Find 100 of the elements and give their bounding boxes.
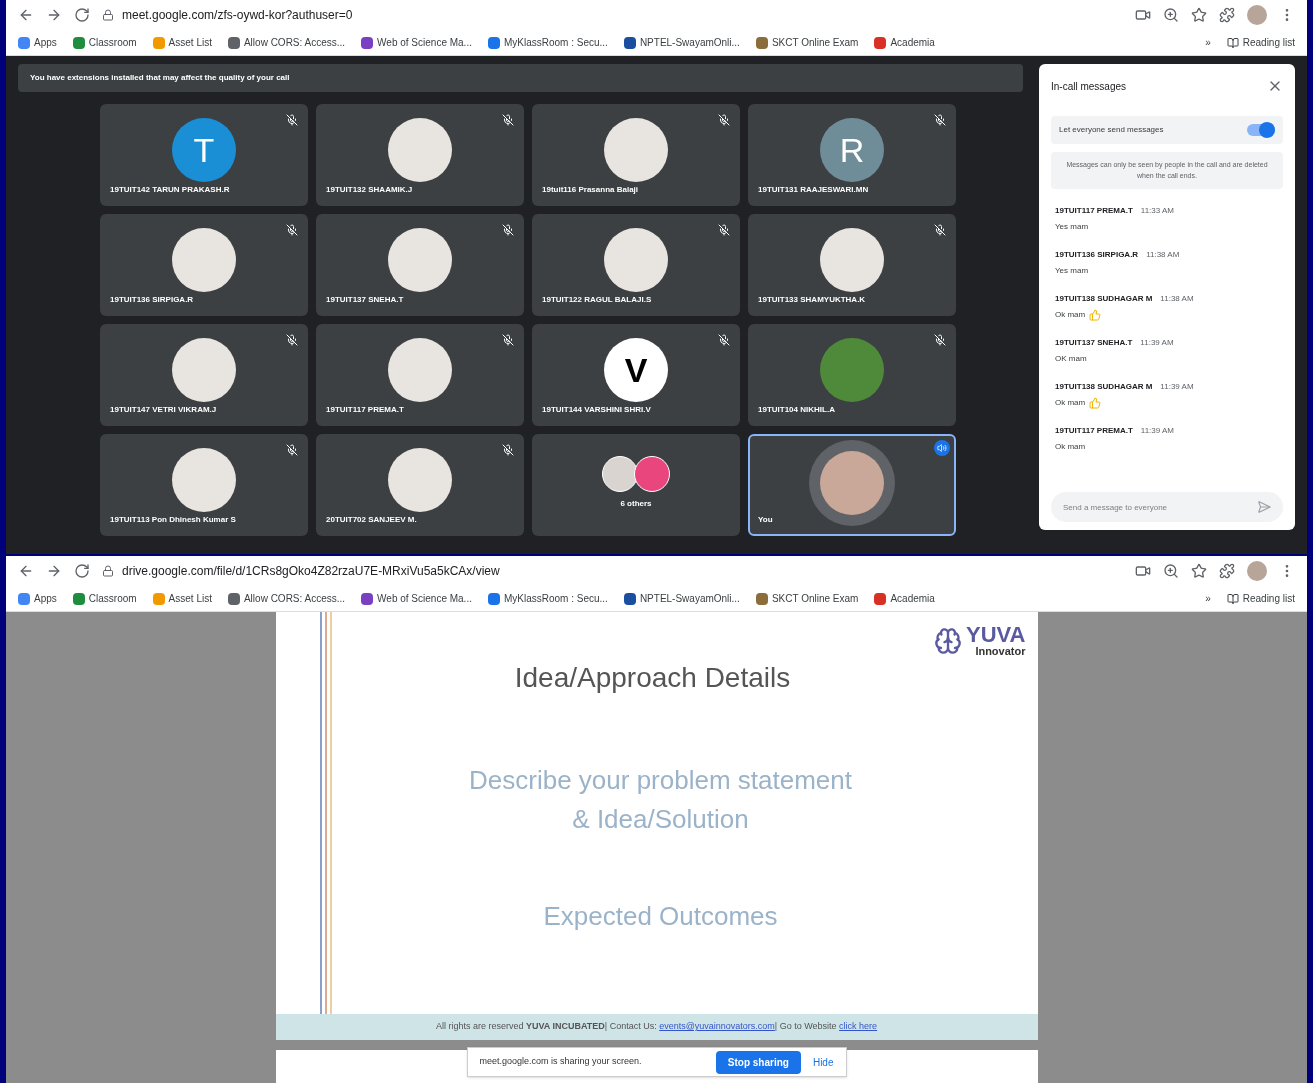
participant-name: 19TUIT147 VETRI VIKRAM.J bbox=[110, 404, 217, 416]
participant-tile[interactable]: 6 others bbox=[532, 434, 740, 536]
extensions-icon[interactable] bbox=[1219, 563, 1235, 579]
participant-tile[interactable]: 19TUIT117 PREMA.T bbox=[316, 324, 524, 426]
slide-title: Idea/Approach Details bbox=[514, 661, 791, 695]
extensions-icon[interactable] bbox=[1219, 7, 1235, 23]
logo-word: YUVA bbox=[966, 624, 1026, 646]
reading-list-icon bbox=[1226, 36, 1239, 49]
participant-tile[interactable]: V 19TUIT144 VARSHINI SHRI.V bbox=[532, 324, 740, 426]
zoom-icon[interactable] bbox=[1163, 7, 1179, 23]
bookmark-link[interactable]: Web of Science Ma... bbox=[361, 591, 472, 606]
participant-tile[interactable]: 19TUIT113 Pon Dhinesh Kumar S bbox=[100, 434, 308, 536]
participant-name: 19TUIT132 SHAAMIK.J bbox=[326, 184, 413, 196]
star-icon[interactable] bbox=[1191, 7, 1207, 23]
hide-button[interactable]: Hide bbox=[812, 1054, 834, 1070]
participant-tile[interactable]: 19TUIT136 SIRPIGA.R bbox=[100, 214, 308, 316]
lock-icon bbox=[102, 565, 114, 577]
reading-list-button[interactable]: Reading list bbox=[1226, 591, 1295, 606]
photo-placeholder bbox=[634, 456, 670, 492]
bookmark-link[interactable]: MyKlassRoom : Secu... bbox=[487, 591, 608, 606]
star-icon[interactable] bbox=[1191, 563, 1207, 579]
camera-icon[interactable] bbox=[1135, 7, 1151, 23]
bookmark-link[interactable]: Classroom bbox=[72, 591, 137, 606]
message-time: 11:39 AM bbox=[1140, 337, 1174, 349]
message-input[interactable]: Send a message to everyone bbox=[1051, 492, 1283, 522]
forward-icon[interactable] bbox=[46, 7, 62, 23]
reload-icon[interactable] bbox=[74, 7, 90, 23]
bookmark-link[interactable]: NPTEL-SwayamOnli... bbox=[623, 35, 740, 50]
participant-tile[interactable]: 19TUIT137 SNEHA.T bbox=[316, 214, 524, 316]
url-text[interactable]: drive.google.com/file/d/1CRs8gOko4Z82rzaU7E-MRxiVu5a5kCAx/view bbox=[122, 562, 500, 580]
participant-name: 19tuit116 Prasanna Balaji bbox=[542, 184, 639, 196]
message-sender: 19TUIT138 SUDHAGAR M bbox=[1055, 293, 1153, 305]
website-link[interactable]: click here bbox=[839, 1021, 878, 1032]
speaking-icon bbox=[934, 440, 950, 456]
extensions-notice: You have extensions installed that may affect the quality of your call bbox=[18, 64, 1023, 92]
participant-tile[interactable]: 19TUIT122 RAGUL BALAJI.S bbox=[532, 214, 740, 316]
stop-sharing-button[interactable]: Stop sharing bbox=[715, 1050, 801, 1074]
letter-avatar: R bbox=[820, 118, 884, 182]
bookmark-link[interactable]: SKCT Online Exam bbox=[755, 35, 859, 50]
participant-name: 19TUIT113 Pon Dhinesh Kumar S bbox=[110, 514, 236, 526]
more-bookmarks-button[interactable]: » bbox=[1205, 591, 1211, 606]
url-text[interactable]: meet.google.com/zfs-oywd-kor?authuser=0 bbox=[122, 6, 353, 24]
message-text: Ok mam bbox=[1055, 397, 1086, 409]
participant-name: 19TUIT117 PREMA.T bbox=[326, 404, 404, 416]
participant-tile[interactable]: T 19TUIT142 TARUN PRAKASH.R bbox=[100, 104, 308, 206]
bookmark-link[interactable]: SKCT Online Exam bbox=[755, 591, 859, 606]
bookmark-link[interactable]: Classroom bbox=[72, 35, 137, 50]
photo-placeholder bbox=[602, 456, 638, 492]
message-time: 11:38 AM bbox=[1146, 249, 1180, 261]
footer-text: All rights are reserved YUVA INCUBATED| Contact Us: events@yuvainnovators.com| Go to Website click here bbox=[435, 1020, 878, 1034]
participant-tile[interactable]: 19TUIT133 SHAMYUKTHA.K bbox=[748, 214, 956, 316]
bookmark-link[interactable]: MyKlassRoom : Secu... bbox=[487, 35, 608, 50]
message-sender: 19TUIT117 PREMA.T bbox=[1055, 425, 1133, 437]
bookmark-link[interactable]: NPTEL-SwayamOnli... bbox=[623, 591, 740, 606]
reading-list-button[interactable]: Reading list bbox=[1226, 35, 1295, 50]
participant-name: 20TUIT702 SANJEEV M. bbox=[326, 514, 417, 526]
participant-tile[interactable]: R 19TUIT131 RAAJESWARI.MN bbox=[748, 104, 956, 206]
letter-avatar: T bbox=[172, 118, 236, 182]
message-time: 11:33 AM bbox=[1140, 205, 1175, 217]
participant-name: 19TUIT142 TARUN PRAKASH.R bbox=[110, 184, 230, 196]
camera-icon[interactable] bbox=[1135, 563, 1151, 579]
slide-point: Describe your problem statement & Idea/Solution bbox=[469, 764, 852, 836]
participant-tile[interactable]: 19tuit116 Prasanna Balaji bbox=[532, 104, 740, 206]
back-icon[interactable] bbox=[18, 563, 34, 579]
message-text: Ok mam bbox=[1055, 441, 1086, 453]
reload-icon[interactable] bbox=[74, 563, 90, 579]
share-message: meet.google.com is sharing your screen. bbox=[479, 1055, 643, 1069]
message-sender: 19TUIT138 SUDHAGAR M bbox=[1055, 381, 1153, 393]
forward-icon[interactable] bbox=[46, 563, 62, 579]
email-link[interactable]: events@yuvainnovators.com bbox=[659, 1021, 775, 1032]
participant-tile[interactable]: 19TUIT132 SHAAMIK.J bbox=[316, 104, 524, 206]
participant-name: 19TUIT104 NIKHIL.A bbox=[758, 404, 835, 416]
participant-tile[interactable]: 20TUIT702 SANJEEV M. bbox=[316, 434, 524, 536]
message-time: 11:38 AM bbox=[1160, 293, 1194, 305]
more-bookmarks-button[interactable]: » bbox=[1205, 35, 1211, 50]
message-time: 11:39 AM bbox=[1140, 425, 1175, 437]
bookmark-link[interactable]: Asset List bbox=[152, 591, 212, 606]
message-time: 11:39 AM bbox=[1160, 381, 1194, 393]
bookmark-link[interactable]: Allow CORS: Access... bbox=[227, 591, 346, 606]
reading-list-icon bbox=[1226, 592, 1239, 605]
message-sender: 19TUIT137 SNEHA.T bbox=[1055, 337, 1133, 349]
bookmark-link[interactable]: Allow CORS: Access... bbox=[227, 35, 346, 50]
participant-name: 19TUIT122 RAGUL BALAJI.S bbox=[542, 294, 652, 306]
participant-name: You bbox=[758, 514, 773, 526]
bookmark-link[interactable]: Asset List bbox=[152, 35, 212, 50]
message-text: Ok mam bbox=[1055, 309, 1086, 321]
participant-tile[interactable]: 19TUIT104 NIKHIL.A bbox=[748, 324, 956, 426]
bookmark-link[interactable]: Apps bbox=[18, 35, 57, 50]
participant-tile[interactable]: 19TUIT147 VETRI VIKRAM.J bbox=[100, 324, 308, 426]
toggle-switch[interactable] bbox=[1247, 124, 1275, 136]
message-sender: 19TUIT136 SIRPIGA.R bbox=[1055, 249, 1139, 261]
back-icon[interactable] bbox=[18, 7, 34, 23]
message-sender: 19TUIT117 PREMA.T bbox=[1055, 205, 1133, 217]
participant-name: 19TUIT131 RAAJESWARI.MN bbox=[758, 184, 869, 196]
bookmark-link[interactable]: Web of Science Ma... bbox=[361, 35, 472, 50]
zoom-icon[interactable] bbox=[1163, 563, 1179, 579]
bookmark-link[interactable]: Academia bbox=[874, 35, 935, 50]
bookmark-link[interactable]: Academia bbox=[874, 591, 935, 606]
bookmark-link[interactable]: Apps bbox=[18, 591, 57, 606]
participant-tile[interactable]: You bbox=[748, 434, 956, 536]
